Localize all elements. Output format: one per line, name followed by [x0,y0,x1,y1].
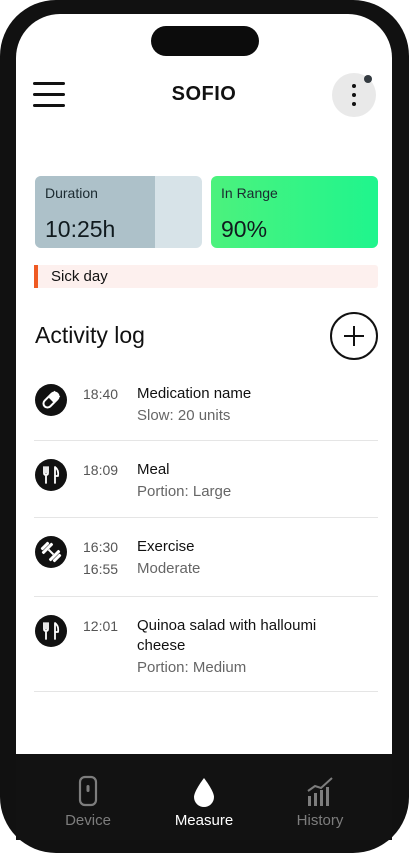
activity-time: 12:01 [83,618,119,634]
activity-detail: Moderate [137,560,201,577]
fork-knife-icon [35,459,67,491]
activity-time: 18:40 [83,386,119,402]
drop-icon [194,778,214,807]
sick-day-text: Sick day [51,268,108,285]
nav-label: History [296,812,344,829]
sick-day-banner[interactable]: Sick day [34,265,378,288]
activity-item-meal[interactable]: 18:09 Meal Portion: Large [34,441,378,518]
duration-label: Duration [45,185,98,201]
activity-detail: Portion: Large [137,483,232,500]
activity-item-exercise[interactable]: 16:30 16:55 Exercise Moderate [34,518,378,597]
power-button [405,255,409,345]
in-range-card[interactable]: In Range 90% [211,176,378,248]
duration-value: 10:25h [45,216,116,242]
activity-item-medication[interactable]: 18:40 Medication name Slow: 20 units [34,372,378,441]
volume-button [0,255,4,335]
activity-start-time: 16:30 [83,539,119,555]
bottom-nav: Device Measure History [16,754,392,840]
add-activity-button[interactable] [330,312,378,360]
activity-log-title: Activity log [35,322,145,348]
activity-name: Quinoa salad with halloumi cheese [137,617,317,654]
activity-time: 18:09 [83,462,119,478]
activity-item-meal[interactable]: 12:01 Quinoa salad with halloumi cheese … [34,597,378,692]
nav-item-device[interactable]: Device [28,754,148,840]
phone-screen: SOFIO Duration 10:25h In Range 90% Sick … [16,14,392,840]
activity-detail: Portion: Medium [137,659,247,676]
fork-knife-icon [35,615,67,647]
activity-name: Medication name [137,385,252,402]
activity-name: Meal [137,461,170,478]
chart-icon [307,777,333,806]
volume-button [0,205,4,245]
activity-end-time: 16:55 [83,561,119,577]
nav-item-history[interactable]: History [260,754,380,840]
nav-item-measure[interactable]: Measure [144,754,264,840]
dumbbell-icon [35,536,67,568]
activity-name: Exercise [137,538,195,555]
in-range-value: 90% [221,216,268,242]
duration-card[interactable]: Duration 10:25h [35,176,202,248]
nav-label: Measure [174,812,234,829]
dynamic-island [151,26,259,56]
banner-accent [34,265,38,288]
in-range-label: In Range [221,185,278,201]
activity-detail: Slow: 20 units [137,407,231,424]
device-icon [78,775,98,807]
notification-dot [364,75,372,83]
nav-label: Device [65,812,111,829]
pill-icon [35,384,67,416]
